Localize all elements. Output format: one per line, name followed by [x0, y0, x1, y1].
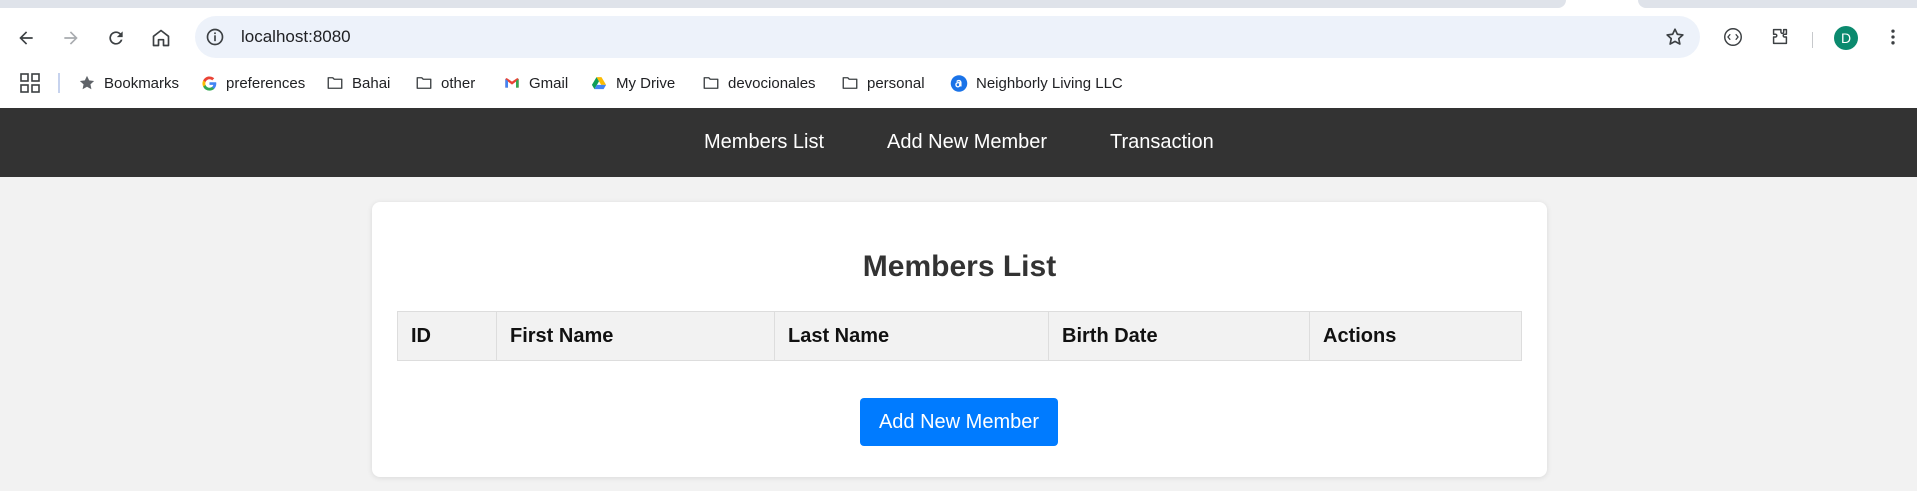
bookmark-item[interactable]: devocionales	[702, 71, 816, 95]
puzzle-icon	[1772, 28, 1788, 45]
bookmarks-divider	[58, 73, 60, 93]
add-new-member-button[interactable]: Add New Member	[860, 398, 1058, 446]
bookmark-item[interactable]: Bahai	[326, 71, 390, 95]
bookmark-item[interactable]: Neighborly Living LLC	[950, 71, 1123, 95]
bookmark-item[interactable]: preferences	[200, 71, 305, 95]
bookmark-label: Neighborly Living LLC	[976, 74, 1123, 92]
bookmark-label: other	[441, 74, 476, 92]
apps-grid-icon[interactable]	[20, 73, 40, 93]
home-button[interactable]	[146, 23, 176, 53]
bookmark-label: Bahai	[352, 74, 391, 92]
bookmark-item[interactable]: personal	[841, 71, 925, 95]
column-header-birth-date: Birth Date	[1048, 311, 1310, 361]
nav-link-transaction[interactable]: Transaction	[1110, 131, 1214, 154]
arrow-left-icon	[19, 31, 33, 45]
column-header-last-name: Last Name	[774, 311, 1049, 361]
bookmark-label: devocionales	[728, 74, 816, 92]
toolbar-divider	[1812, 32, 1813, 48]
folder-icon	[415, 74, 433, 92]
forward-button[interactable]	[56, 23, 86, 53]
members-card: Members List ID First Name Last Name Bir…	[372, 202, 1547, 477]
bookmark-item[interactable]: Bookmarks	[78, 71, 179, 95]
nav-link-add-new-member[interactable]: Add New Member	[887, 131, 1047, 154]
folder-icon	[702, 74, 720, 92]
media-control-icon	[1724, 28, 1742, 46]
drive-icon	[590, 74, 608, 92]
menu-button[interactable]	[1880, 24, 1906, 50]
address-bar[interactable]: localhost:8080	[195, 16, 1700, 58]
arrow-right-icon	[64, 31, 78, 45]
folder-icon	[841, 74, 859, 92]
bookmark-item[interactable]: My Drive	[590, 71, 675, 95]
bookmark-item[interactable]: Gmail	[503, 71, 568, 95]
star-icon	[78, 74, 96, 92]
neighborly-icon	[950, 74, 968, 92]
column-header-id: ID	[397, 311, 497, 361]
site-info-icon[interactable]	[205, 27, 225, 47]
extension-button[interactable]	[1720, 24, 1746, 50]
google-icon	[200, 74, 218, 92]
bookmark-label: personal	[867, 74, 925, 92]
page-title: Members List	[862, 250, 1057, 283]
folder-icon	[326, 74, 344, 92]
column-header-first-name: First Name	[496, 311, 775, 361]
bookmark-label: My Drive	[616, 74, 676, 92]
reload-button[interactable]	[101, 23, 131, 53]
bookmark-label: Gmail	[529, 74, 569, 92]
gmail-icon	[503, 74, 521, 92]
members-table: ID First Name Last Name Birth Date Actio…	[397, 311, 1522, 361]
extensions-button[interactable]	[1767, 24, 1793, 50]
browser-toolbar: localhost:8080 D	[0, 8, 1917, 66]
bookmark-label: Bookmarks	[104, 74, 180, 92]
tab-strip	[0, 0, 1917, 8]
browser-tab[interactable]	[0, 0, 1566, 8]
bookmark-label: preferences	[226, 74, 306, 92]
bookmark-item[interactable]: other	[415, 71, 475, 95]
home-icon	[152, 29, 170, 47]
reload-icon	[109, 31, 123, 45]
url-text[interactable]: localhost:8080	[241, 27, 351, 47]
profile-avatar[interactable]: D	[1834, 26, 1858, 50]
more-vert-icon	[1891, 29, 1895, 45]
app-navbar: Members List Add New Member Transaction	[0, 108, 1917, 177]
back-button[interactable]	[11, 23, 41, 53]
browser-tab[interactable]	[1638, 0, 1917, 8]
column-header-actions: Actions	[1309, 311, 1522, 361]
nav-link-members-list[interactable]: Members List	[704, 131, 824, 154]
table-header-row: ID First Name Last Name Birth Date Actio…	[397, 311, 1522, 361]
bookmark-star-icon[interactable]	[1664, 26, 1686, 48]
